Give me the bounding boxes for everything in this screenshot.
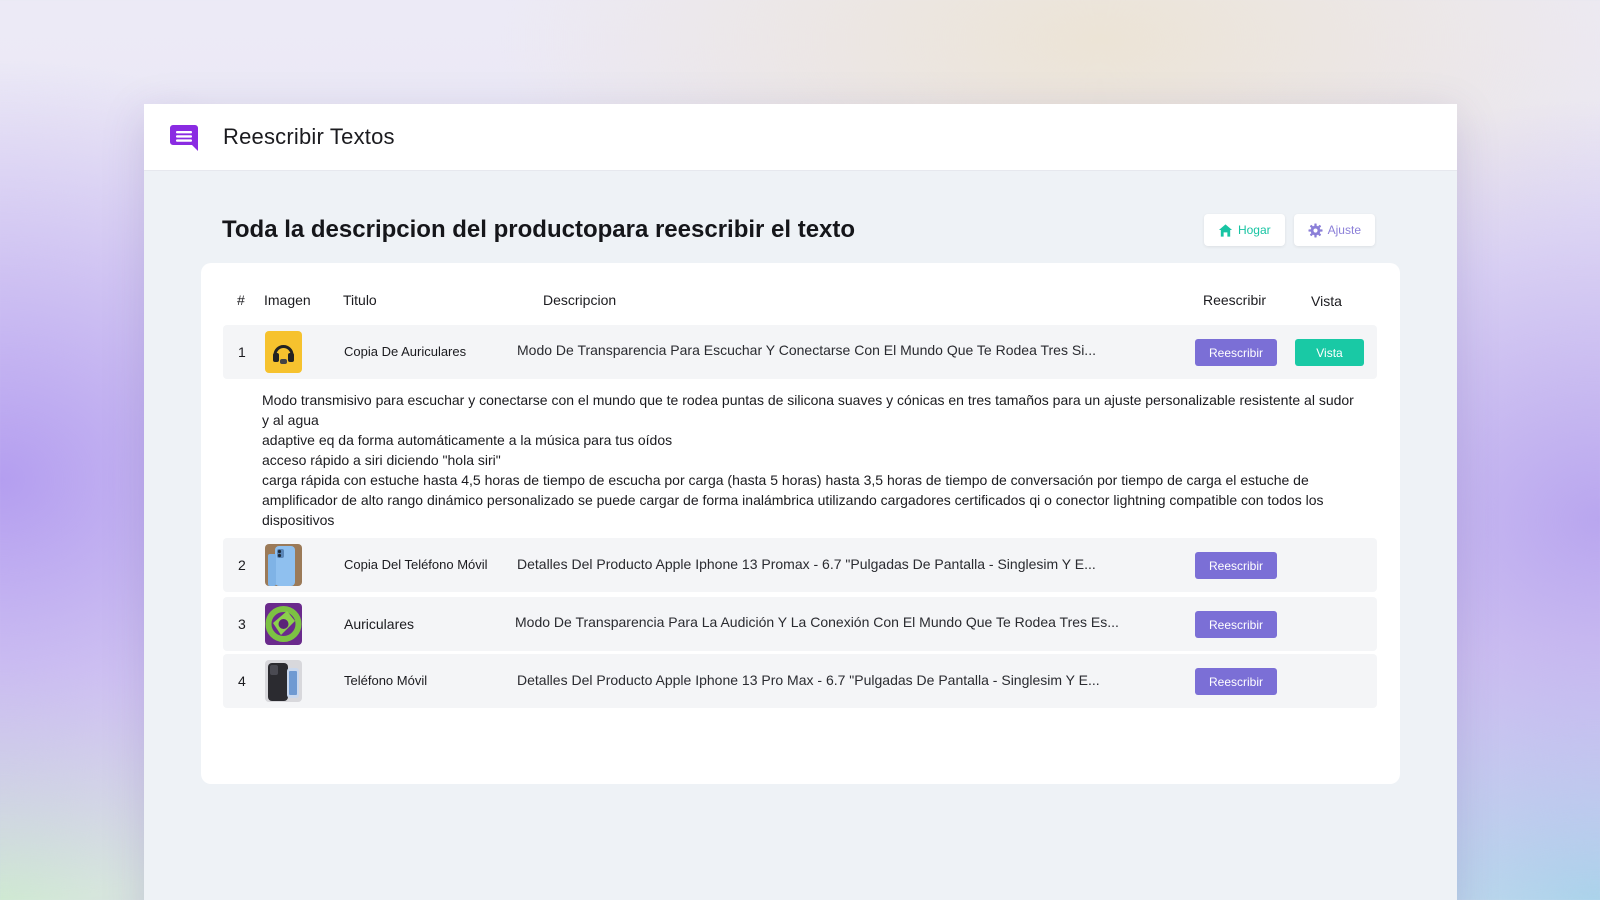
rewrite-button[interactable]: Reescribir xyxy=(1195,668,1277,695)
page-header: Toda la descripcion del productopara ree… xyxy=(222,212,1375,248)
table-header: # Imagen Titulo Descripcion Reescribir V… xyxy=(223,289,1377,313)
row-title: Copia De Auriculares xyxy=(344,344,467,359)
table-row[interactable]: 2 Copia Del Teléfono Móvil Detalles Del … xyxy=(223,538,1377,592)
app-window: Reescribir Textos Toda la descripcion de… xyxy=(144,104,1457,900)
table-row[interactable]: 3 Auriculares Modo De Transparencia Para… xyxy=(223,597,1377,651)
settings-button-label: Ajuste xyxy=(1327,223,1361,237)
row-number: 4 xyxy=(238,673,246,689)
row-description: Modo De Transparencia Para Escuchar Y Co… xyxy=(517,342,1096,358)
row-title: Copia Del Teléfono Móvil xyxy=(344,557,488,572)
expanded-line: carga rápida con estuche hasta 4,5 horas… xyxy=(262,472,1324,528)
home-button[interactable]: Hogar xyxy=(1203,214,1285,246)
chat-bubble-icon xyxy=(170,125,198,151)
home-icon xyxy=(1218,223,1233,237)
table-row[interactable]: 1 Copia De Auriculares Modo De Transpare… xyxy=(223,325,1377,379)
green-headphones-thumbnail xyxy=(265,603,302,645)
row-number: 2 xyxy=(238,557,246,573)
row-title: Auriculares xyxy=(344,616,415,632)
row-description: Detalles Del Producto Apple Iphone 13 Pr… xyxy=(517,672,1100,688)
rewrite-button[interactable]: Reescribir xyxy=(1195,339,1277,366)
header-description: Descripcion xyxy=(543,292,617,308)
settings-button[interactable]: Ajuste xyxy=(1293,214,1375,246)
header-rewrite: Reescribir xyxy=(1203,292,1267,308)
header-image: Imagen xyxy=(264,292,311,308)
header-view: Vista xyxy=(1311,293,1342,309)
expanded-line: acceso rápido a siri diciendo "hola siri… xyxy=(262,452,501,468)
headphones-thumbnail xyxy=(265,331,302,373)
header-actions: Hogar Ajuste xyxy=(1203,214,1375,246)
view-button[interactable]: Vista xyxy=(1295,339,1364,366)
gear-icon xyxy=(1308,222,1323,238)
app-title: Reescribir Textos xyxy=(223,124,395,149)
row-description: Modo De Transparencia Para La Audición Y… xyxy=(515,614,1119,630)
top-bar: Reescribir Textos xyxy=(144,104,1457,171)
page-title: Toda la descripcion del productopara ree… xyxy=(222,216,856,243)
home-button-label: Hogar xyxy=(1237,223,1271,237)
expanded-line: adaptive eq da forma automáticamente a l… xyxy=(262,432,673,448)
row-number: 3 xyxy=(238,616,246,632)
table-row[interactable]: 4 Teléfono Móvil Detalles Del Producto A… xyxy=(223,654,1377,708)
row-title: Teléfono Móvil xyxy=(344,673,428,688)
row-description: Detalles Del Producto Apple Iphone 13 Pr… xyxy=(517,556,1096,572)
blue-phone-thumbnail xyxy=(265,544,302,586)
expanded-line: Modo transmisivo para escuchar y conecta… xyxy=(262,392,1354,428)
header-num: # xyxy=(237,292,245,308)
rewrite-button[interactable]: Reescribir xyxy=(1195,611,1277,638)
header-title: Titulo xyxy=(343,292,377,308)
row-number: 1 xyxy=(238,344,246,360)
rewrite-button[interactable]: Reescribir xyxy=(1195,552,1277,579)
expanded-description: Modo transmisivo para escuchar y conecta… xyxy=(262,390,1362,530)
black-phone-thumbnail xyxy=(265,660,302,702)
products-table-card: # Imagen Titulo Descripcion Reescribir V… xyxy=(201,263,1400,784)
